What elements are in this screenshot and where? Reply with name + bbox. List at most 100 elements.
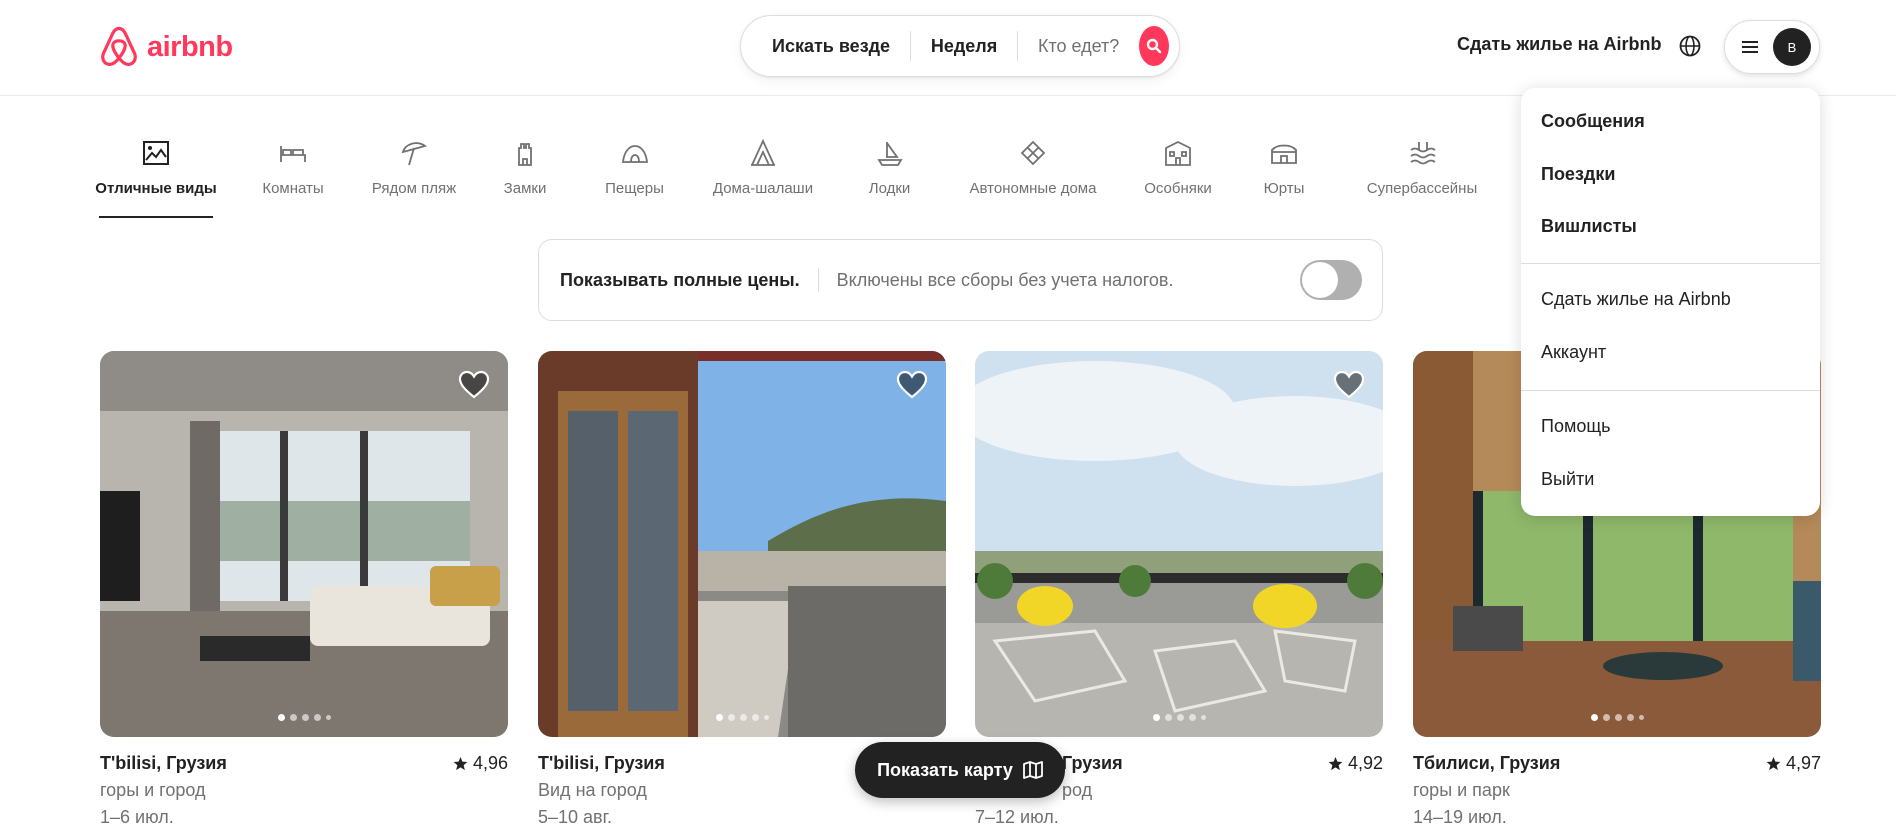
carousel-dot (325, 715, 331, 720)
category-castles[interactable]: Замки (496, 138, 554, 197)
pool-icon (1410, 142, 1436, 165)
heart-icon[interactable] (458, 369, 490, 401)
total-price-toggle-panel: Показывать полные цены. Включены все сбо… (538, 239, 1383, 321)
carousel-dot (289, 714, 297, 721)
search-button[interactable] (1139, 26, 1170, 66)
listing-dates: 5–10 авг. (538, 807, 612, 827)
category-label: Супербассейны (1366, 180, 1478, 197)
airbnb-logo[interactable]: airbnb (99, 26, 233, 68)
globe-icon[interactable] (1678, 34, 1702, 58)
balcony-city-view-image (538, 351, 946, 737)
bed-icon (280, 146, 306, 162)
listing-info: T'bilisi, Грузия 4,96 горы и город 1–6 и… (100, 753, 508, 833)
category-amazing-pools[interactable]: Супербассейны (1363, 138, 1481, 197)
search-bar[interactable]: Искать везде Неделя Кто едет? (740, 15, 1180, 77)
a-frame-icon (751, 138, 775, 166)
carousel-dot (1188, 714, 1196, 721)
carousel-dot (1614, 714, 1622, 721)
mansion-icon (1165, 140, 1191, 166)
carousel-dot (763, 715, 769, 720)
menu-item-host[interactable]: Сдать жилье на Airbnb (1541, 289, 1731, 310)
listing-subtitle: горы и парк (1413, 780, 1510, 800)
logo-wordmark: airbnb (147, 30, 233, 63)
carousel-dot (715, 714, 723, 721)
listing-subtitle: горы и город (100, 780, 206, 800)
carousel-dot (1638, 715, 1644, 720)
airbnb-logo-icon (101, 26, 137, 67)
carousel-dot (1602, 714, 1610, 721)
view-icon (143, 141, 169, 165)
search-icon (1146, 38, 1162, 54)
carousel-dot (1590, 714, 1598, 721)
menu-item-messages[interactable]: Сообщения (1541, 111, 1645, 132)
boat-icon (876, 142, 903, 166)
category-rooms[interactable]: Комнаты (249, 138, 337, 197)
menu-item-account[interactable]: Аккаунт (1541, 342, 1606, 363)
carousel-dot (277, 714, 285, 721)
active-category-indicator (99, 216, 213, 218)
menu-item-help[interactable]: Помощь (1541, 416, 1611, 437)
photo-carousel-dots (1413, 714, 1821, 721)
listing-photo[interactable] (975, 351, 1383, 737)
map-icon (1023, 761, 1043, 779)
yurt-icon (1271, 144, 1297, 164)
menu-item-logout[interactable]: Выйти (1541, 469, 1594, 490)
menu-divider (1521, 263, 1820, 264)
listing-rating: 4,96 (453, 753, 508, 774)
total-price-switch[interactable] (1300, 260, 1362, 300)
star-icon (453, 756, 468, 771)
category-yurts[interactable]: Юрты (1259, 138, 1309, 197)
rating-value: 4,97 (1785, 753, 1821, 773)
listing-rating: 4,97 (1766, 753, 1821, 774)
user-menu-dropdown: Сообщения Поездки Вишлисты Сдать жилье н… (1521, 88, 1820, 516)
category-label: Особняки (1144, 180, 1212, 197)
photo-carousel-dots (538, 714, 946, 721)
terrace-chairs-image (975, 351, 1383, 737)
listing-dates: 7–12 июл. (975, 807, 1059, 827)
star-icon (1766, 756, 1781, 771)
heart-icon[interactable] (896, 369, 928, 401)
listing-location: T'bilisi, Грузия (100, 753, 227, 773)
listing-dates: 1–6 июл. (100, 807, 174, 827)
search-guests[interactable]: Кто едет? (1018, 36, 1139, 57)
listing-photo[interactable] (538, 351, 946, 737)
search-dates[interactable]: Неделя (911, 36, 1017, 57)
category-caves[interactable]: Пещеры (598, 138, 671, 197)
photo-carousel-dots (100, 714, 508, 721)
carousel-dot (1200, 715, 1206, 720)
listing-photo[interactable] (100, 351, 508, 737)
rating-value: 4,92 (1347, 753, 1383, 773)
host-link[interactable]: Сдать жилье на Airbnb (1457, 34, 1662, 55)
carousel-dot (1176, 714, 1184, 721)
category-mansions[interactable]: Особняки (1140, 138, 1216, 197)
carousel-dot (739, 714, 747, 721)
search-location[interactable]: Искать везде (741, 36, 910, 57)
menu-item-wishlists[interactable]: Вишлисты (1541, 216, 1637, 237)
category-label: Комнаты (262, 180, 324, 197)
listing-card[interactable]: T'bilisi, Грузия 4,96 горы и город 1–6 и… (100, 351, 508, 833)
category-great-views[interactable]: Отличные виды (95, 138, 217, 197)
category-off-grid[interactable]: Автономные дома (966, 138, 1100, 197)
category-label: Отличные виды (95, 180, 217, 197)
listing-info: Тбилиси, Грузия 4,97 горы и парк 14–19 и… (1413, 753, 1821, 833)
apartment-interior-image (100, 351, 508, 737)
star-icon (1328, 756, 1343, 771)
show-map-button[interactable]: Показать карту (855, 742, 1065, 798)
listing-dates: 14–19 июл. (1413, 807, 1507, 827)
menu-item-trips[interactable]: Поездки (1541, 164, 1615, 185)
hamburger-icon (1742, 41, 1758, 53)
avatar: B (1773, 28, 1811, 66)
category-label: Лодки (868, 180, 911, 197)
category-label: Дома-шалаши (712, 180, 814, 197)
off-grid-icon (1020, 140, 1046, 166)
category-beachfront[interactable]: Рядом пляж (362, 138, 466, 197)
total-price-title: Показывать полные цены. (560, 269, 800, 290)
total-price-description: Включены все сборы без учета налогов. (836, 269, 1174, 290)
rating-value: 4,96 (472, 753, 508, 773)
category-boats[interactable]: Лодки (865, 138, 914, 197)
category-a-frames[interactable]: Дома-шалаши (711, 138, 815, 197)
user-menu-button[interactable]: B (1724, 20, 1820, 74)
top-header: airbnb Искать везде Неделя Кто едет? Сда… (0, 0, 1896, 96)
heart-icon[interactable] (1333, 369, 1365, 401)
menu-divider (1521, 390, 1820, 391)
